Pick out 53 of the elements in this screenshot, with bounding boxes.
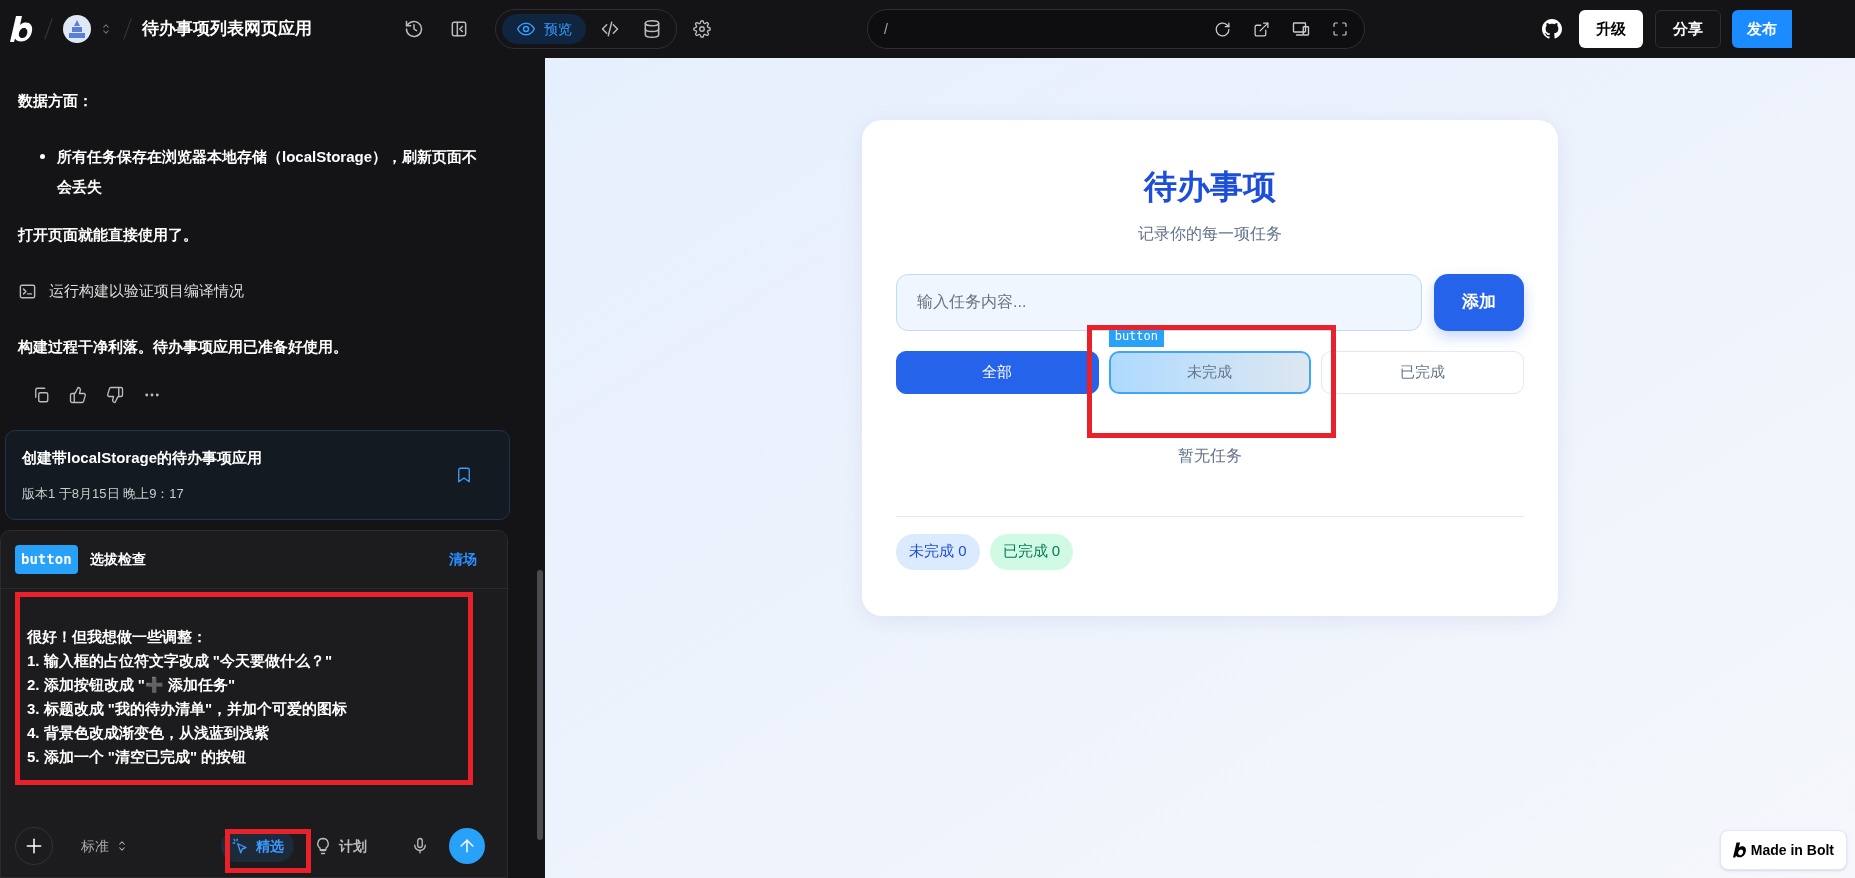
filter-tab[interactable]: 未完成 — [1108, 350, 1312, 394]
thumbs-down-icon[interactable] — [106, 386, 124, 404]
filter-tab[interactable]: 全部 — [896, 350, 1099, 394]
version-card[interactable]: 创建带localStorage的待办事项应用 版本1 于8月15日 晚上9：17 — [5, 430, 510, 520]
preview-tab[interactable]: 预览 — [502, 14, 586, 44]
devices-icon[interactable] — [1292, 20, 1310, 38]
fullscreen-icon[interactable] — [1332, 21, 1348, 37]
message-text: 构建过程干净利落。待办事项应用已准备好使用。 — [18, 337, 349, 357]
address-bar[interactable]: / — [867, 9, 1365, 49]
section-heading: 数据方面： — [18, 91, 94, 111]
mode-selector[interactable]: 标准 — [81, 835, 129, 857]
logo-icon — [1732, 841, 1747, 859]
code-icon — [600, 19, 620, 39]
share-button[interactable]: 分享 — [1655, 10, 1721, 48]
github-icon[interactable] — [1542, 19, 1562, 39]
task-input[interactable]: 输入任务内容... — [896, 273, 1423, 331]
sidebar-toggle-icon[interactable] — [449, 19, 469, 39]
element-label: 选拔检查 — [89, 550, 147, 569]
cursor-icon — [231, 837, 249, 855]
count-badge: 未完成 0 — [896, 533, 980, 570]
thumbs-up-icon[interactable] — [69, 386, 87, 404]
version-title: 创建带localStorage的待办事项应用 — [22, 448, 264, 468]
clear-link[interactable]: 清场 — [449, 549, 477, 570]
add-button[interactable]: 添加 — [1434, 273, 1524, 331]
bullet-icon — [40, 154, 45, 159]
version-meta: 版本1 于8月15日 晚上9：17 — [22, 484, 185, 503]
count-badge: 已完成 0 — [989, 533, 1074, 570]
made-in-badge[interactable]: Made in Bolt — [1719, 830, 1847, 870]
settings-icon[interactable] — [693, 20, 711, 38]
app-subtitle: 记录你的每一项任务 — [1138, 223, 1282, 244]
scrollbar-thumb[interactable] — [537, 570, 543, 840]
plan-tool-button[interactable]: 计划 — [304, 830, 377, 862]
project-title: 待办事项列表网页应用 — [142, 18, 312, 41]
copy-icon[interactable] — [32, 386, 50, 404]
bullet-text: 所有任务保存在浏览器本地存储（localStorage），刷新页面不会丢失 — [57, 147, 479, 197]
empty-state-text: 暂无任务 — [1178, 445, 1242, 466]
message-input[interactable]: 很好！但我想做一些调整： 1. 输入框的占位符文字改成 "今天要做什么？" 2. 添加按钮改成 "➕ 添加任务" 3. 标题改成 "我的待办清单"，并加个可爱的图标 4. 背景色改成渐变色，从浅蓝到浅紫 5. 添加一个 "清空已完成" 的按钮 — [1, 589, 507, 821]
lightbulb-icon — [314, 837, 332, 855]
avatar-icon[interactable] — [63, 15, 91, 43]
filter-tab[interactable]: 已完成 — [1321, 350, 1524, 394]
reload-icon[interactable] — [1214, 20, 1231, 38]
send-icon[interactable] — [449, 828, 485, 864]
external-link-icon[interactable] — [1253, 20, 1270, 38]
upgrade-button[interactable]: 升级 — [1579, 10, 1643, 48]
history-icon[interactable] — [404, 19, 424, 39]
element-tag: button — [15, 545, 78, 574]
terminal-icon — [18, 281, 37, 301]
bookmark-icon[interactable] — [455, 465, 473, 485]
message-text: 打开页面就能直接使用了。 — [18, 225, 199, 245]
database-icon — [642, 19, 662, 39]
app-title: 待办事项 — [1144, 167, 1276, 207]
action-text: 运行构建以验证项目编译情况 — [49, 281, 244, 301]
microphone-icon[interactable] — [411, 837, 429, 855]
